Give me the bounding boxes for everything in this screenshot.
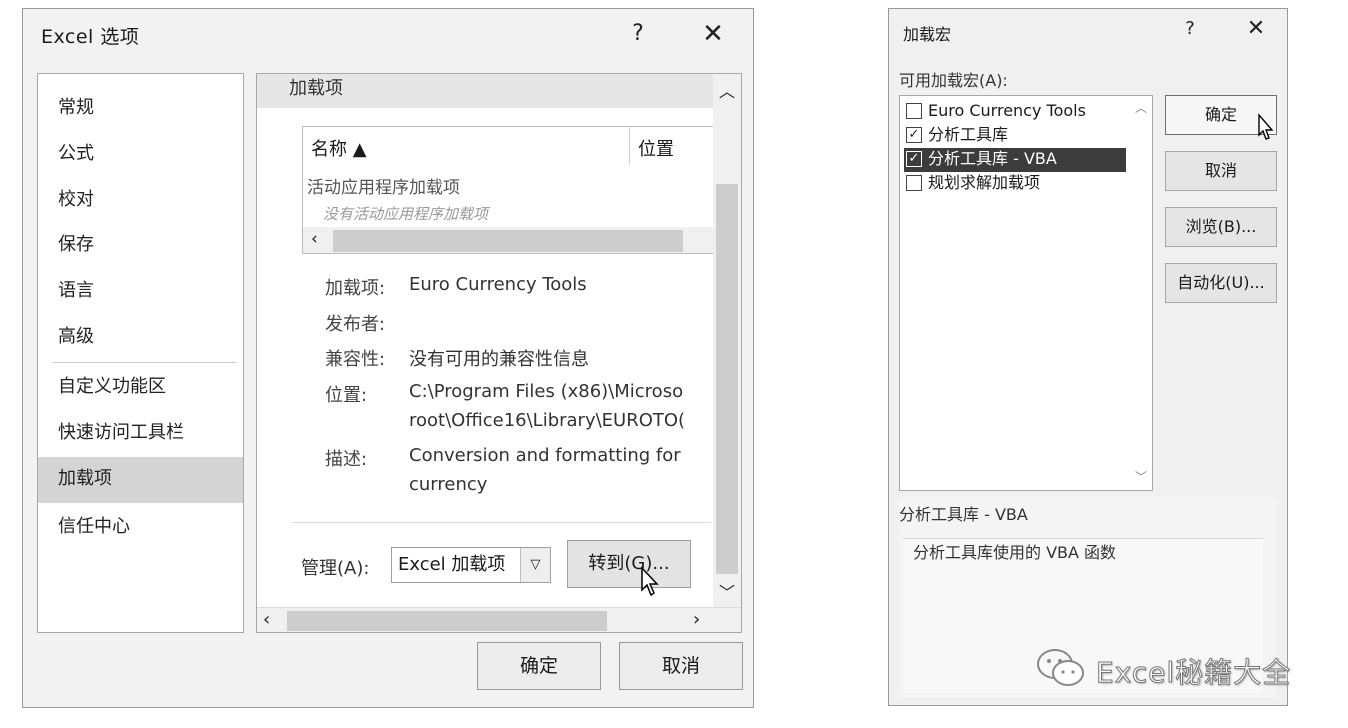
column-divider xyxy=(629,127,630,165)
close-icon[interactable]: ✕ xyxy=(1241,14,1271,44)
list-group-label: 活动应用程序加载项 xyxy=(307,178,460,198)
addin-item-analysis-toolpak-vba[interactable]: ✓ 分析工具库 - VBA xyxy=(904,148,1126,172)
mouse-cursor-icon xyxy=(641,566,659,597)
section-title: 加载项 xyxy=(257,74,713,108)
nav-item-quick-access-toolbar[interactable]: 快速访问工具栏 xyxy=(38,411,243,455)
nav-item-general[interactable]: 常规 xyxy=(38,86,243,130)
column-header-location[interactable]: 位置 xyxy=(638,135,674,161)
detail-compat-value: 没有可用的兼容性信息 xyxy=(409,349,589,370)
nav-item-customize-ribbon[interactable]: 自定义功能区 xyxy=(38,365,243,409)
addin-item-analysis-toolpak[interactable]: ✓ 分析工具库 xyxy=(904,124,1126,148)
description-text: 分析工具库使用的 VBA 函数 xyxy=(913,543,1117,562)
list-vertical-scrollbar[interactable] xyxy=(1130,96,1152,490)
help-icon[interactable]: ? xyxy=(1175,14,1205,44)
detail-compat-label: 兼容性: xyxy=(325,349,386,370)
cancel-button[interactable]: 取消 xyxy=(619,642,743,690)
available-addins-list[interactable]: Euro Currency Tools ✓ 分析工具库 ✓ 分析工具库 - VB… xyxy=(899,95,1153,491)
manage-select-value: Excel 加载项 xyxy=(398,554,506,575)
nav-item-proofing[interactable]: 校对 xyxy=(38,178,243,222)
pane-vertical-scroll-thumb[interactable] xyxy=(716,184,738,574)
scroll-right-icon[interactable]: › xyxy=(693,609,700,630)
addin-item-label: 分析工具库 - VBA xyxy=(928,149,1057,168)
scroll-down-icon[interactable]: ﹀ xyxy=(713,579,741,603)
manage-divider xyxy=(291,522,711,523)
pane-horizontal-scroll-thumb[interactable] xyxy=(287,611,607,631)
wechat-logo-icon xyxy=(1037,649,1084,686)
nav-item-advanced[interactable]: 高级 xyxy=(38,315,243,359)
help-icon[interactable]: ? xyxy=(623,19,653,49)
dialog-title: 加载宏 xyxy=(903,25,952,44)
column-header-name[interactable]: 名称 ▲ xyxy=(311,135,367,161)
browse-button[interactable]: 浏览(B)... xyxy=(1165,207,1277,247)
scroll-up-icon[interactable]: ︿ xyxy=(713,78,741,102)
detail-addin-label: 加载项: xyxy=(325,278,386,299)
addin-item-solver[interactable]: 规划求解加载项 xyxy=(904,172,1126,196)
scroll-left-icon[interactable]: ‹ xyxy=(263,609,270,630)
options-nav: 常规 公式 校对 保存 语言 高级 自定义功能区 快速访问工具栏 加载项 信任中… xyxy=(37,73,244,633)
available-addins-label: 可用加载宏(A): xyxy=(899,71,1008,90)
addin-list[interactable]: 名称 ▲ 位置 活动应用程序加载项 没有活动应用程序加载项 ‹ xyxy=(302,126,722,254)
cancel-button[interactable]: 取消 xyxy=(1165,151,1277,191)
detail-addin-value: Euro Currency Tools xyxy=(409,274,587,295)
chevron-down-icon[interactable]: ▽ xyxy=(520,548,550,582)
excel-options-dialog: Excel 选项 ? ✕ 常规 公式 校对 保存 语言 高级 自定义功能区 快速… xyxy=(22,8,754,708)
scroll-down-icon[interactable]: ﹀ xyxy=(1130,468,1152,485)
detail-desc-value-cont: currency xyxy=(409,474,488,495)
list-scrollbar-thumb[interactable] xyxy=(333,230,683,252)
detail-location-value-cont: root\Office16\Library\EUROTO( xyxy=(409,410,686,431)
nav-item-save[interactable]: 保存 xyxy=(38,223,243,267)
addin-item-label: Euro Currency Tools xyxy=(928,101,1086,120)
checkbox[interactable]: ✓ xyxy=(906,151,922,167)
addin-item-label: 分析工具库 xyxy=(928,125,1009,144)
nav-divider xyxy=(52,362,237,363)
nav-item-addins[interactable]: 加载项 xyxy=(38,457,243,503)
addins-pane: 加载项 名称 ▲ 位置 活动应用程序加载项 没有活动应用程序加载项 ‹ 加载项:… xyxy=(256,73,742,633)
list-empty-text: 没有活动应用程序加载项 xyxy=(323,205,489,223)
automation-button[interactable]: 自动化(U)... xyxy=(1165,263,1277,303)
addin-item-euro-currency-tools[interactable]: Euro Currency Tools xyxy=(904,100,1126,124)
detail-location-value: C:\Program Files (x86)\Microso xyxy=(409,381,684,402)
detail-desc-label: 描述: xyxy=(325,449,368,470)
addin-item-label: 规划求解加载项 xyxy=(928,173,1041,192)
mouse-cursor-icon xyxy=(1258,113,1274,140)
manage-label: 管理(A): xyxy=(301,558,370,579)
checkbox[interactable]: ✓ xyxy=(906,127,922,143)
checkbox[interactable] xyxy=(906,103,922,119)
dialog-title: Excel 选项 xyxy=(41,26,140,48)
watermark-text: Excel秘籍大全 xyxy=(1095,656,1292,690)
goto-button[interactable]: 转到(G)... xyxy=(567,540,691,588)
nav-item-language[interactable]: 语言 xyxy=(38,269,243,313)
close-icon[interactable]: ✕ xyxy=(698,19,728,49)
detail-location-label: 位置: xyxy=(325,385,368,406)
nav-item-trust-center[interactable]: 信任中心 xyxy=(38,505,243,549)
scroll-left-icon[interactable]: ‹ xyxy=(311,229,318,249)
detail-publisher-label: 发布者: xyxy=(325,314,386,335)
addins-dialog: 加载宏 ? ✕ 可用加载宏(A): Euro Currency Tools ✓ … xyxy=(888,8,1288,706)
ok-button[interactable]: 确定 xyxy=(477,642,601,690)
detail-desc-value: Conversion and formatting for xyxy=(409,445,681,466)
manage-select[interactable]: Excel 加载项 ▽ xyxy=(391,547,551,583)
checkbox[interactable] xyxy=(906,175,922,191)
nav-item-formulas[interactable]: 公式 xyxy=(38,132,243,176)
scroll-up-icon[interactable]: ︿ xyxy=(1130,99,1152,116)
description-title: 分析工具库 - VBA xyxy=(899,505,1028,524)
